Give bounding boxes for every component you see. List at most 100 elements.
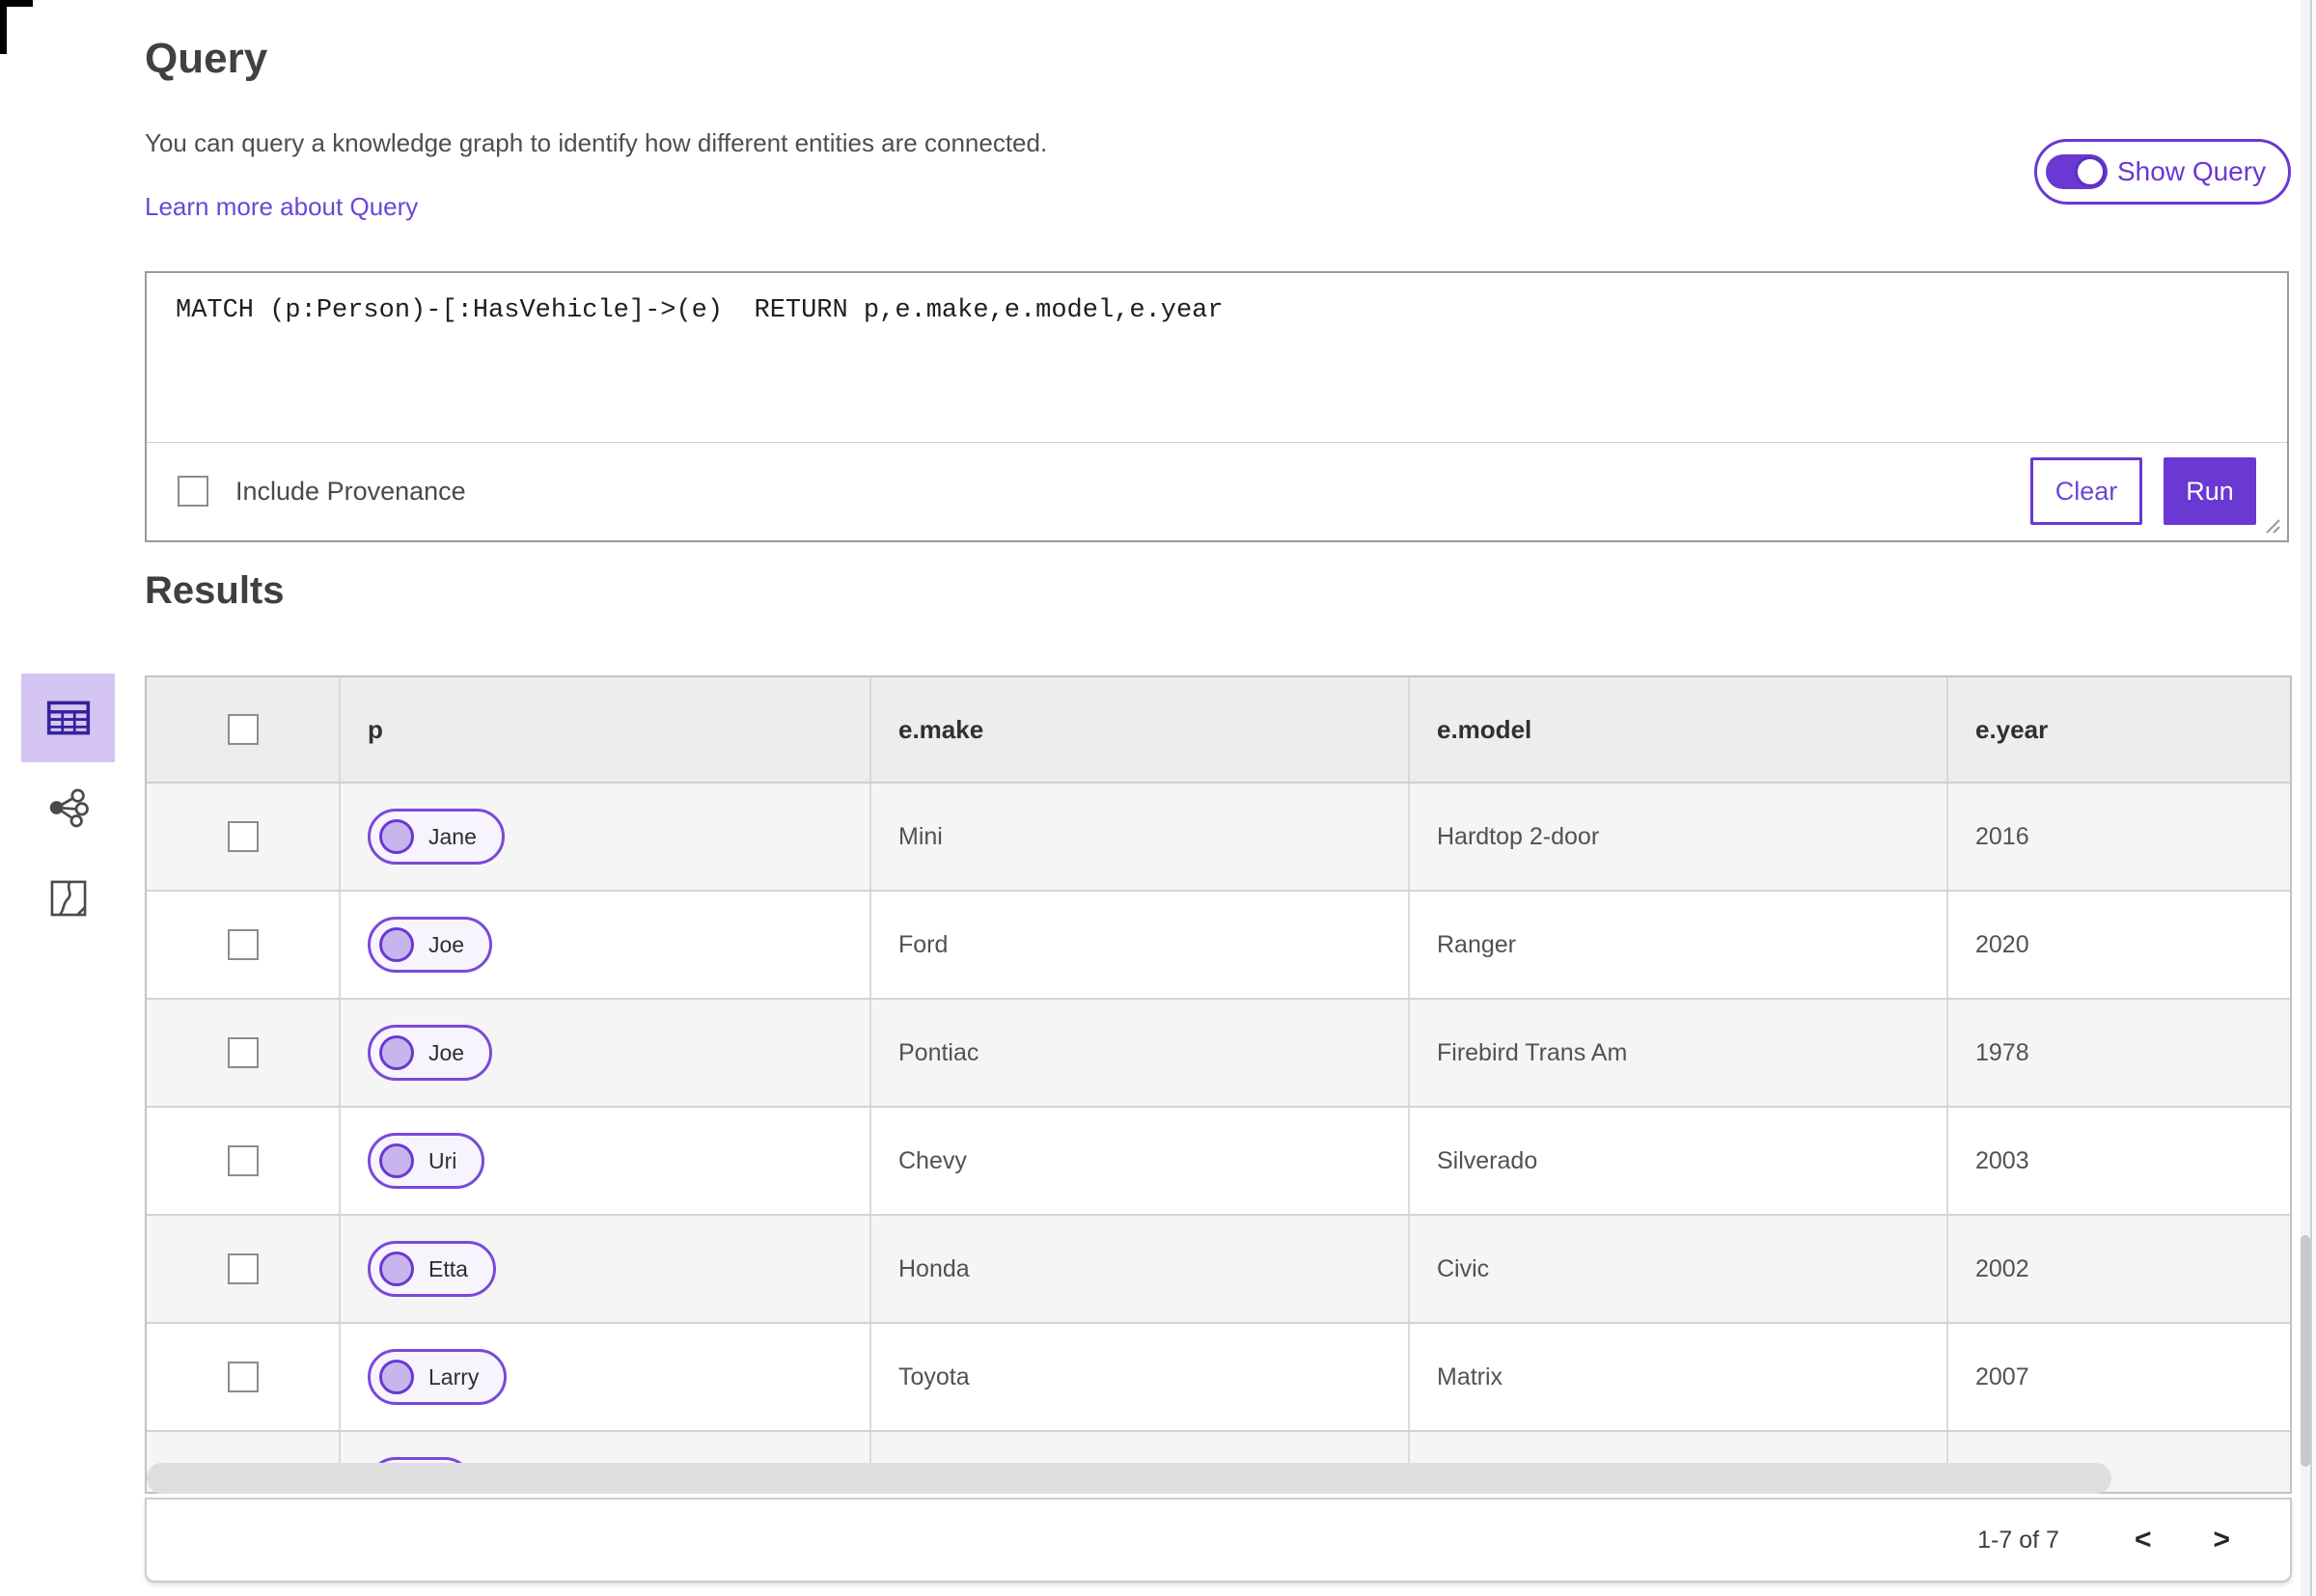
column-header-e-make: e.make	[870, 677, 1410, 784]
entity-pill[interactable]: Joe	[368, 1025, 493, 1081]
toggle-knob	[2075, 156, 2106, 187]
clear-button[interactable]: Clear	[2030, 457, 2142, 525]
link-chart-view-button[interactable]	[46, 785, 91, 830]
cell-e-year: 2002	[1947, 1215, 2290, 1324]
cell-e-year: 2007	[1947, 1323, 2290, 1432]
table-row: Larry Toyota Matrix 2007	[147, 1323, 2290, 1432]
cell-e-make: Toyota	[870, 1323, 1410, 1432]
vertical-scrollbar-thumb[interactable]	[2301, 1235, 2310, 1467]
column-header-e-model: e.model	[1409, 677, 1948, 784]
entity-pill[interactable]: Jane	[368, 809, 505, 865]
textarea-resize-handle-icon[interactable]	[2263, 516, 2282, 536]
table-row: Joe Pontiac Firebird Trans Am 1978	[147, 999, 2290, 1108]
row-checkbox-cell	[147, 1107, 341, 1216]
results-table-container: p e.make e.model e.year Jane Mini Hardto…	[145, 675, 2292, 1494]
cell-p: Etta	[340, 1215, 871, 1324]
cell-e-make: Pontiac	[870, 999, 1410, 1108]
entity-pill-label: Jane	[428, 823, 477, 849]
row-checkbox[interactable]	[227, 1362, 259, 1392]
pagination-prev-icon[interactable]: <	[2135, 1524, 2152, 1556]
entity-node-icon	[379, 1252, 414, 1286]
entity-node-icon	[379, 1360, 414, 1394]
cell-e-make: Chevy	[870, 1107, 1410, 1216]
entity-pill-label: Etta	[428, 1255, 468, 1281]
query-actions-row: Include Provenance Clear Run	[147, 443, 2287, 539]
query-panel: MATCH (p:Person)-[:HasVehicle]->(e) RETU…	[145, 271, 2289, 542]
run-button[interactable]: Run	[2164, 457, 2256, 525]
cell-e-make: Ford	[870, 891, 1410, 1000]
page-right-border	[2310, 0, 2312, 1596]
table-row: Etta Honda Civic 2002	[147, 1215, 2290, 1324]
cell-e-model: Silverado	[1409, 1107, 1948, 1216]
entity-node-icon	[379, 927, 414, 962]
table-row: Joe Ford Ranger 2020	[147, 891, 2290, 1000]
results-table-body: Jane Mini Hardtop 2-door 2016 Joe Ford R…	[147, 783, 2290, 1492]
row-checkbox[interactable]	[227, 1145, 259, 1176]
entity-pill[interactable]: Joe	[368, 917, 493, 973]
table-view-button[interactable]	[21, 674, 115, 762]
table-row: Uri Chevy Silverado 2003	[147, 1107, 2290, 1216]
row-checkbox[interactable]	[227, 929, 259, 960]
cell-e-model: Firebird Trans Am	[1409, 999, 1948, 1108]
include-provenance-checkbox[interactable]	[178, 476, 208, 507]
entity-pill-label: Larry	[428, 1363, 480, 1390]
pagination-next-icon[interactable]: >	[2213, 1524, 2230, 1556]
map-view-button[interactable]	[46, 876, 91, 921]
cell-p: Jane	[340, 783, 871, 892]
table-row: Jane Mini Hardtop 2-door 2016	[147, 783, 2290, 892]
entity-node-icon	[379, 1035, 414, 1070]
page-description: You can query a knowledge graph to ident…	[145, 128, 1048, 157]
query-page: Query You can query a knowledge graph to…	[0, 0, 2316, 1596]
cell-e-make: Honda	[870, 1215, 1410, 1324]
results-footer: 1-7 of 7 < >	[145, 1498, 2292, 1582]
column-header-e-year: e.year	[1947, 677, 2290, 784]
horizontal-scrollbar-thumb[interactable]	[147, 1463, 2111, 1494]
cell-p: Uri	[340, 1107, 871, 1216]
include-provenance-label: Include Provenance	[235, 476, 466, 506]
entity-pill[interactable]: Uri	[368, 1133, 485, 1189]
row-checkbox-cell	[147, 891, 341, 1000]
cell-e-make: Mini	[870, 783, 1410, 892]
cell-e-model: Matrix	[1409, 1323, 1948, 1432]
cell-p: Joe	[340, 891, 871, 1000]
row-checkbox-cell	[147, 1323, 341, 1432]
entity-node-icon	[379, 1143, 414, 1178]
column-header-p: p	[340, 677, 871, 784]
entity-pill[interactable]: Etta	[368, 1241, 496, 1297]
toggle-switch-icon[interactable]	[2046, 154, 2108, 189]
results-table: p e.make e.model e.year Jane Mini Hardto…	[147, 677, 2290, 1492]
cell-e-model: Civic	[1409, 1215, 1948, 1324]
show-query-toggle[interactable]: Show Query	[2034, 139, 2291, 205]
row-checkbox[interactable]	[227, 1253, 259, 1284]
page-title: Query	[145, 35, 268, 82]
select-all-checkbox[interactable]	[227, 714, 259, 745]
entity-pill-label: Joe	[428, 931, 465, 957]
cell-p: Joe	[340, 999, 871, 1108]
learn-more-link[interactable]: Learn more about Query	[145, 192, 418, 222]
cell-e-model: Hardtop 2-door	[1409, 783, 1948, 892]
map-view-icon	[50, 880, 87, 917]
cell-e-year: 2016	[1947, 783, 2290, 892]
cell-e-year: 2020	[1947, 891, 2290, 1000]
screen-corner-mark-left	[0, 0, 7, 54]
row-checkbox[interactable]	[227, 821, 259, 852]
row-checkbox-cell	[147, 999, 341, 1108]
header-checkbox-cell	[147, 677, 341, 784]
entity-pill-label: Joe	[428, 1039, 465, 1065]
cell-e-year: 2003	[1947, 1107, 2290, 1216]
results-title: Results	[145, 569, 285, 612]
pagination-range-label: 1-7 of 7	[1977, 1526, 2059, 1554]
show-query-label: Show Query	[2117, 156, 2267, 186]
query-textarea[interactable]: MATCH (p:Person)-[:HasVehicle]->(e) RETU…	[147, 273, 2287, 443]
row-checkbox-cell	[147, 1215, 341, 1324]
cell-e-model: Ranger	[1409, 891, 1948, 1000]
entity-pill[interactable]: Larry	[368, 1349, 508, 1405]
entity-node-icon	[379, 819, 414, 854]
entity-pill-label: Uri	[428, 1147, 457, 1173]
row-checkbox-cell	[147, 783, 341, 892]
table-header-row: p e.make e.model e.year	[147, 677, 2290, 784]
row-checkbox[interactable]	[227, 1037, 259, 1068]
cell-e-year: 1978	[1947, 999, 2290, 1108]
table-view-icon	[46, 701, 90, 735]
cell-p: Larry	[340, 1323, 871, 1432]
